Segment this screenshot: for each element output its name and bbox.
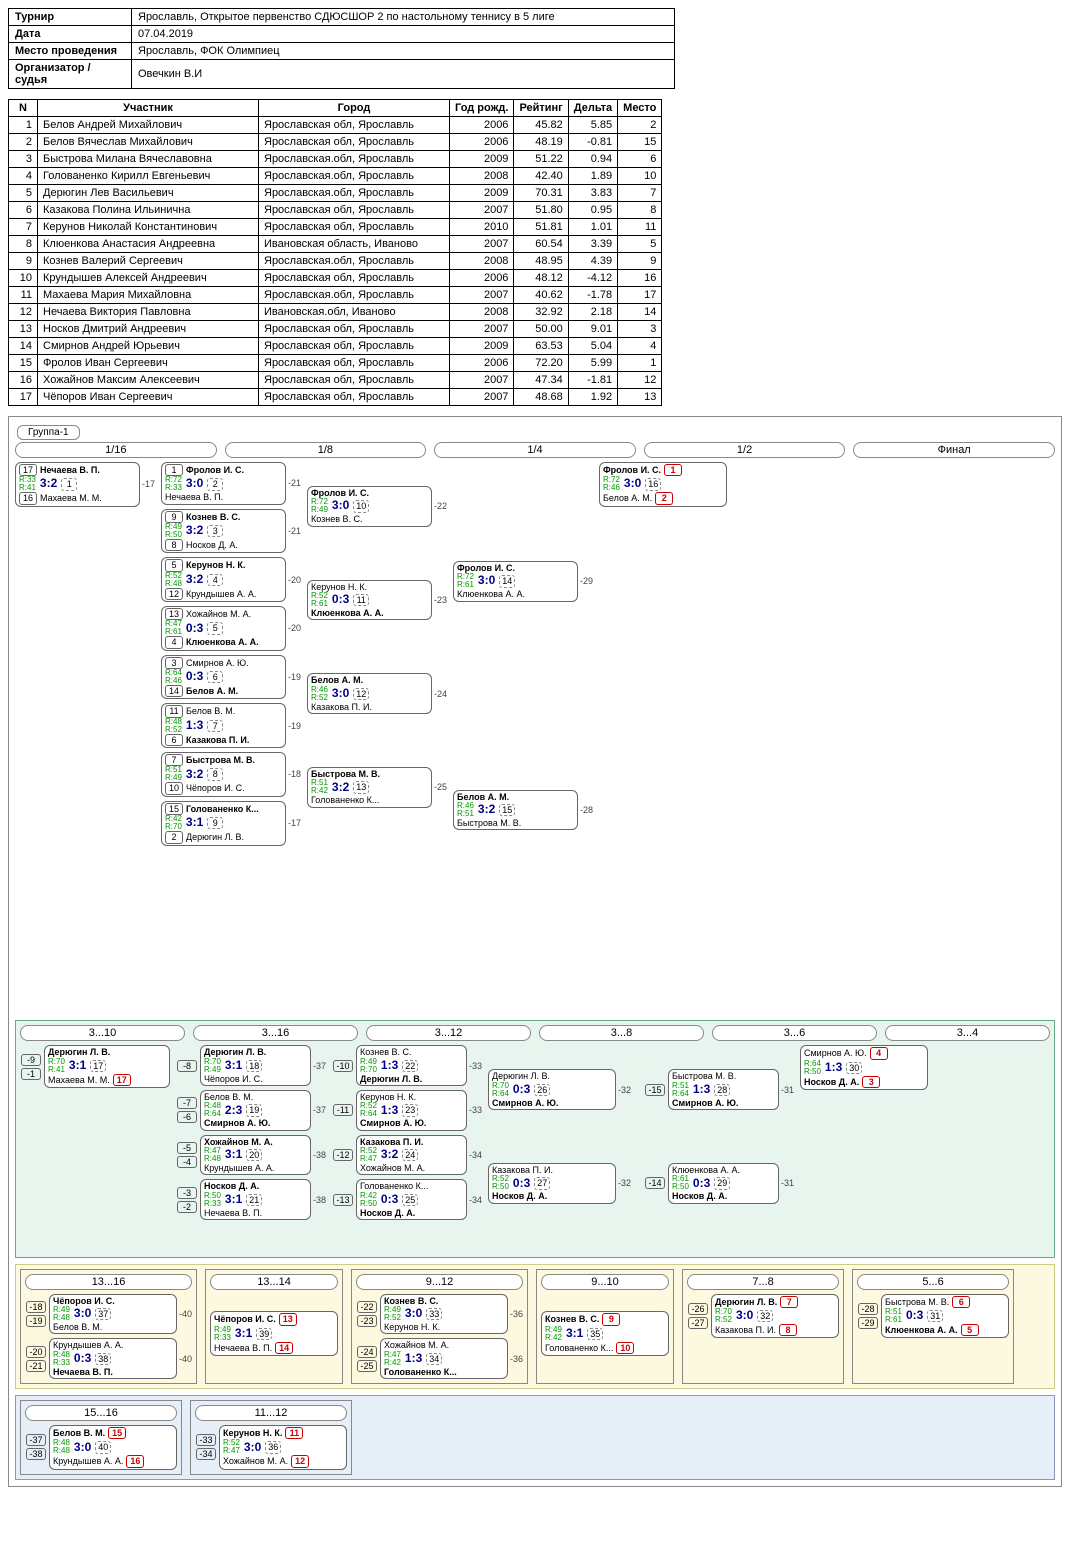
- participants-table: N Участник Город Год рожд. Рейтинг Дельт…: [8, 99, 662, 406]
- bracket-main: Группа-1 1/161/81/41/2Финал 17Нечаева В.…: [8, 416, 1062, 1487]
- match: Керунов Н. К. R:52R:641:323 Смирнов А. Ю…: [356, 1090, 467, 1131]
- match: Чёпоров И. С. R:49R:483:037 Белов В. М.: [49, 1294, 177, 1335]
- match: 5Керунов Н. К. R:52R:483:24 12Крундышев …: [161, 557, 286, 602]
- match: Белов В. М. R:48R:642:319 Смирнов А. Ю.: [200, 1090, 311, 1131]
- match: Дерюгин Л. В. R:70R:640:326 Смирнов А. Ю…: [488, 1069, 616, 1110]
- match: Кознев В. С. R:49R:523:033 Керунов Н. К.: [380, 1294, 508, 1335]
- match: Кознев В. С.9 R:49R:423:135 Голованенко …: [541, 1311, 669, 1356]
- match: Фролов И. С.1 R:72R:463:016 Белов А. М.2: [599, 462, 727, 507]
- match: Белов В. М.15 R:48R:483:040 Крундышев А.…: [49, 1425, 177, 1470]
- match: 9Кознев В. С. R:49R:503:23 8Носков Д. А.: [161, 509, 286, 554]
- consolation-blue-block: 15...16-37-38 Белов В. М.15 R:48R:483:04…: [15, 1395, 1055, 1480]
- group-label: Группа-1: [17, 425, 80, 440]
- match: 13Хожайнов М. А. R:47R:610:35 4Клюенкова…: [161, 606, 286, 651]
- match: Дерюгин Л. В. R:70R:413:117 Махаева М. М…: [44, 1045, 170, 1088]
- match: Быстрова М. В. R:51R:423:213 Голованенко…: [307, 767, 432, 808]
- tournament-info: ТурнирЯрославль, Открытое первенство СДЮ…: [8, 8, 675, 89]
- match: Казакова П. И. R:52R:500:327 Носков Д. А…: [488, 1163, 616, 1204]
- match: Крундышев А. А. R:48R:330:338 Нечаева В.…: [49, 1338, 177, 1379]
- match: Казакова П. И. R:52R:473:224 Хожайнов М.…: [356, 1135, 467, 1176]
- match: 11Белов В. М. R:48R:521:37 6Казакова П. …: [161, 703, 286, 748]
- match: Хожайнов М. А. R:47R:421:334 Голованенко…: [380, 1338, 508, 1379]
- consolation-3-block: 3...103...163...123...83...63...4 -9-1 Д…: [15, 1020, 1055, 1257]
- match: Носков Д. А. R:50R:333:121 Нечаева В. П.: [200, 1179, 311, 1220]
- match: 3Смирнов А. Ю. R:64R:460:36 14Белов А. М…: [161, 655, 286, 700]
- match: 1Фролов И. С. R:72R:333:02 Нечаева В. П.: [161, 462, 286, 505]
- match: Клюенкова А. А. R:61R:500:329 Носков Д. …: [668, 1163, 779, 1204]
- match: Керунов Н. К.11 R:52R:473:036 Хожайнов М…: [219, 1425, 347, 1470]
- match: Кознев В. С. R:49R:701:322 Дерюгин Л. В.: [356, 1045, 467, 1086]
- match: Голованенко К... R:42R:500:325 Носков Д.…: [356, 1179, 467, 1220]
- match: Фролов И. С. R:72R:613:014 Клюенкова А. …: [453, 561, 578, 602]
- match: 7Быстрова М. В. R:51R:493:28 10Чёпоров И…: [161, 752, 286, 797]
- match: Быстрова М. В.6 R:51R:610:331 Клюенкова …: [881, 1294, 1009, 1339]
- match: 15Голованенко К... R:42R:703:19 2Дерюгин…: [161, 801, 286, 846]
- match: Фролов И. С. R:72R:493:010 Кознев В. С.: [307, 486, 432, 527]
- match: 17Нечаева В. П. R:33R:413:21 16Махаева М…: [15, 462, 140, 507]
- match: Чёпоров И. С.13 R:49R:333:139 Нечаева В.…: [210, 1311, 338, 1356]
- match: Дерюгин Л. В.7 R:70R:523:032 Казакова П.…: [711, 1294, 839, 1339]
- match: Быстрова М. В. R:51R:641:328 Смирнов А. …: [668, 1069, 779, 1110]
- match: Белов А. М. R:46R:513:215 Быстрова М. В.: [453, 790, 578, 831]
- match: Белов А. М. R:46R:523:012 Казакова П. И.: [307, 673, 432, 714]
- match: Керунов Н. К. R:52R:610:311 Клюенкова А.…: [307, 580, 432, 621]
- match: Дерюгин Л. В. R:70R:493:118 Чёпоров И. С…: [200, 1045, 311, 1086]
- match: Смирнов А. Ю.4 R:64R:501:330 Носков Д. А…: [800, 1045, 928, 1090]
- consolation-yellow-block: 13...16-18-19 Чёпоров И. С. R:49R:483:03…: [15, 1264, 1055, 1389]
- match: Хожайнов М. А. R:47R:483:120 Крундышев А…: [200, 1135, 311, 1176]
